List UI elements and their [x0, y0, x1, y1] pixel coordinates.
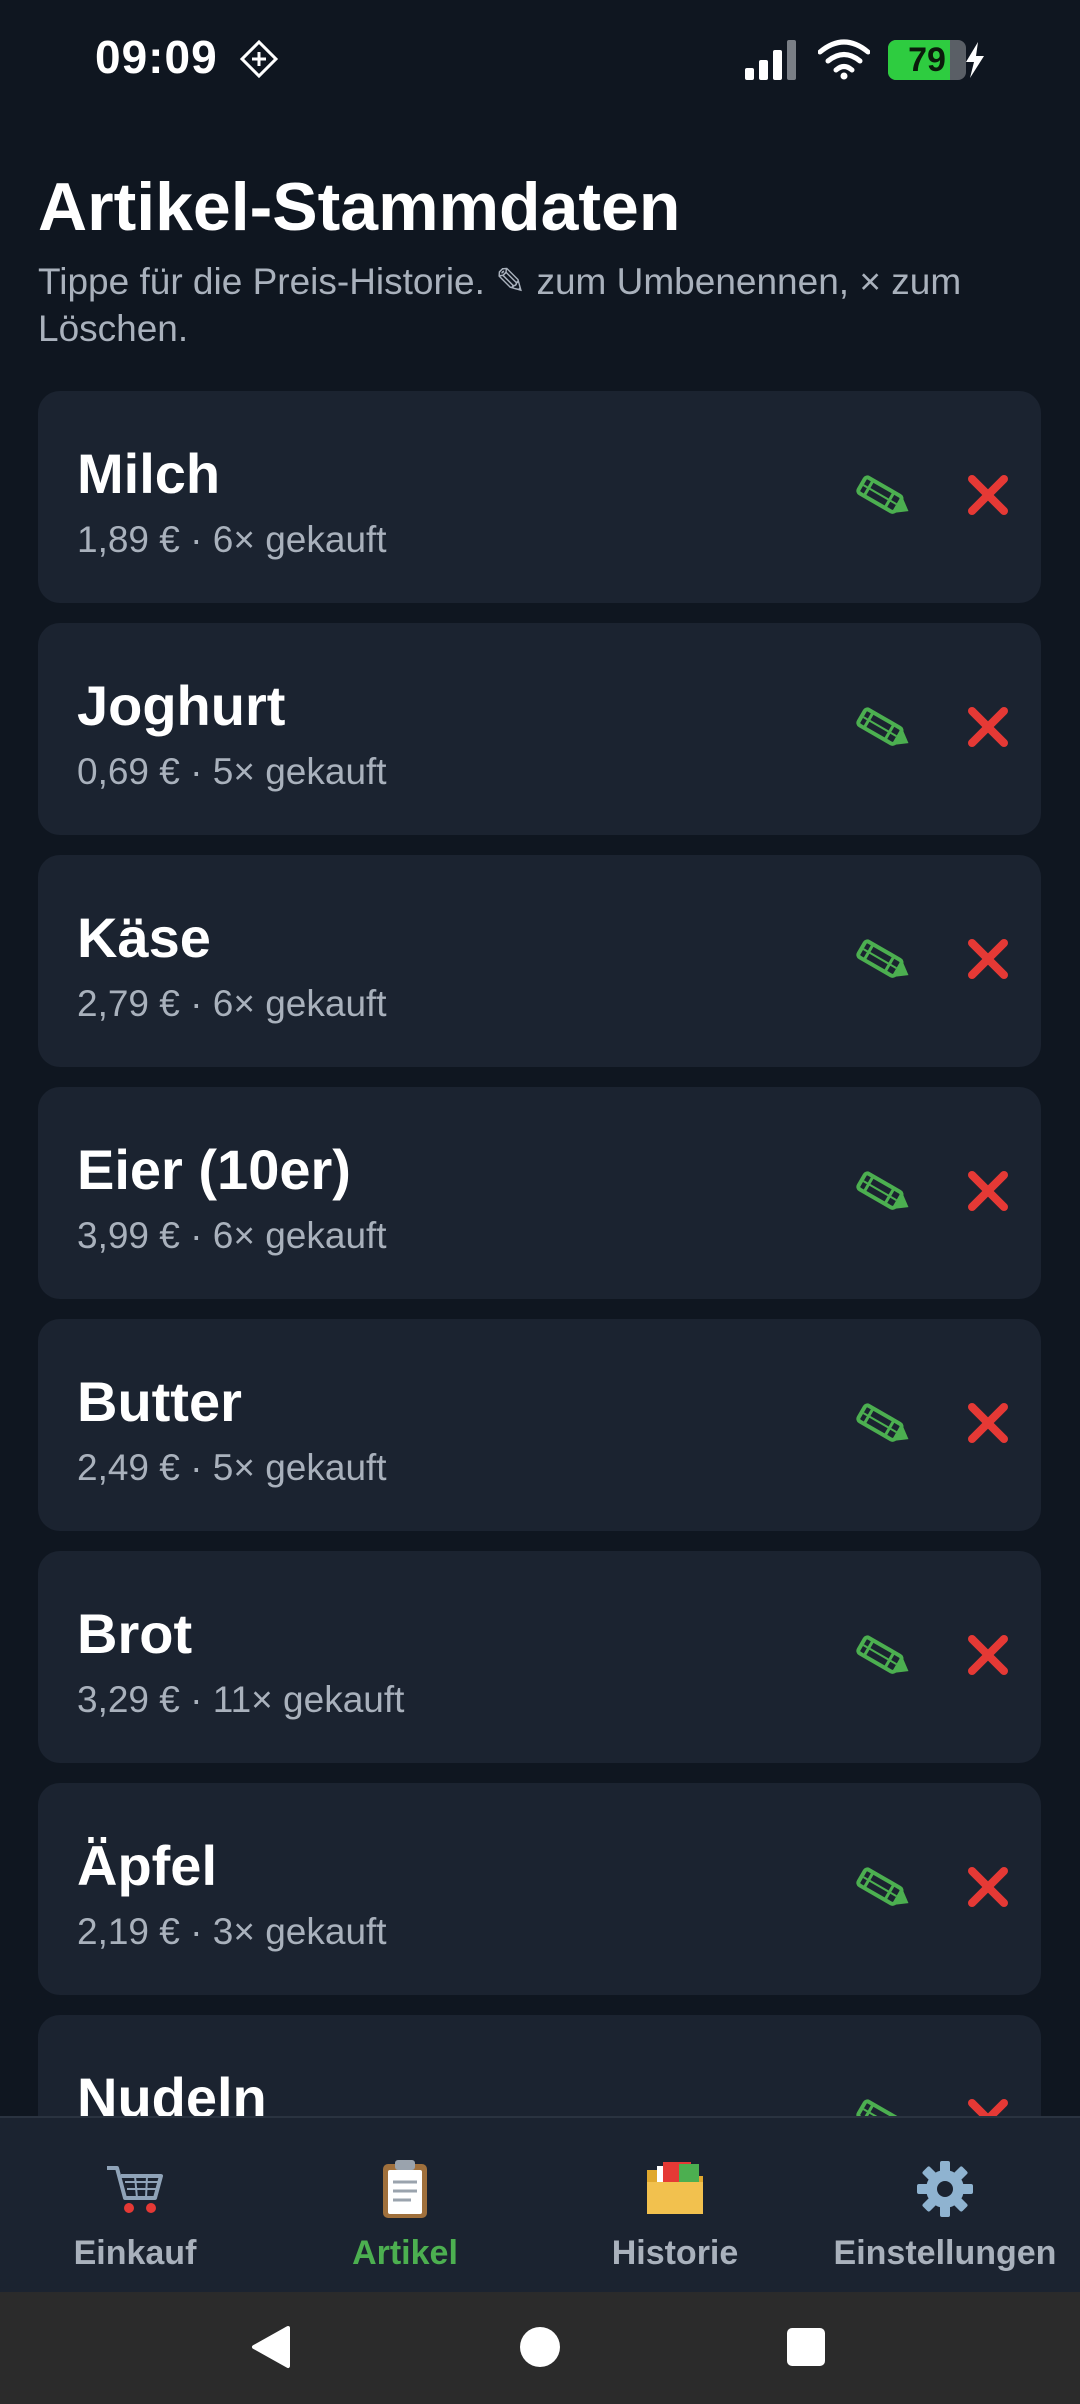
- pencil-icon[interactable]: [850, 1165, 914, 1221]
- article-card[interactable]: Milch 1,89 € · 6× gekauft: [38, 391, 1041, 603]
- nav-label: Einkauf: [73, 2234, 197, 2272]
- article-card[interactable]: Käse 2,79 € · 6× gekauft: [38, 855, 1041, 1067]
- pencil-icon[interactable]: [850, 469, 914, 525]
- recents-button[interactable]: [787, 2328, 825, 2366]
- nav-tab-einstellungen[interactable]: Einstellungen: [810, 2118, 1080, 2294]
- bottom-navigation: Einkauf Artikel Historie Einstellungen: [0, 2116, 1080, 2294]
- article-list: Milch 1,89 € · 6× gekauft Joghurt 0,69 €…: [38, 391, 1041, 2116]
- delete-x-icon[interactable]: [966, 473, 1010, 517]
- article-name: Äpfel: [77, 1834, 217, 1897]
- status-bar: 09:09 79: [0, 0, 1080, 120]
- article-name: Butter: [77, 1370, 242, 1433]
- folder-icon: [647, 2162, 703, 2214]
- article-card[interactable]: Nudeln: [38, 2015, 1041, 2116]
- article-card[interactable]: Butter 2,49 € · 5× gekauft: [38, 1319, 1041, 1531]
- pencil-icon[interactable]: [850, 701, 914, 757]
- nav-label: Historie: [611, 2234, 739, 2272]
- article-name: Milch: [77, 442, 221, 505]
- battery-indicator: 79: [888, 40, 966, 80]
- article-card[interactable]: Joghurt 0,69 € · 5× gekauft: [38, 623, 1041, 835]
- nav-tab-artikel[interactable]: Artikel: [270, 2118, 540, 2294]
- article-name: Eier (10er): [77, 1138, 351, 1201]
- article-meta: 3,29 € · 11× gekauft: [77, 1679, 405, 1720]
- delete-x-icon[interactable]: [966, 1633, 1010, 1677]
- page-subtitle: Tippe für die Preis-Historie. ✎ zum Umbe…: [38, 261, 962, 349]
- article-meta: 2,19 € · 3× gekauft: [77, 1911, 387, 1952]
- article-meta: 3,99 € · 6× gekauft: [77, 1215, 387, 1256]
- article-meta: 1,89 € · 6× gekauft: [77, 519, 387, 560]
- pencil-icon[interactable]: [850, 933, 914, 989]
- delete-x-icon[interactable]: [966, 705, 1010, 749]
- system-navigation-bar: [0, 2292, 1080, 2404]
- home-button[interactable]: [520, 2327, 560, 2367]
- clipboard-icon: [383, 2160, 427, 2218]
- gear-icon: [917, 2161, 973, 2217]
- pencil-icon[interactable]: [850, 2093, 914, 2116]
- charging-bolt-icon: [966, 42, 984, 78]
- article-name: Brot: [77, 1602, 193, 1665]
- delete-x-icon[interactable]: [966, 937, 1010, 981]
- pencil-icon[interactable]: [850, 1629, 914, 1685]
- delete-x-icon[interactable]: [966, 1865, 1010, 1909]
- signal-icon: [745, 40, 796, 80]
- battery-level: 79: [908, 41, 946, 79]
- article-meta: 0,69 € · 5× gekauft: [77, 751, 387, 792]
- pencil-icon[interactable]: [850, 1861, 914, 1917]
- article-card[interactable]: Eier (10er) 3,99 € · 6× gekauft: [38, 1087, 1041, 1299]
- status-time: 09:09: [95, 31, 218, 83]
- article-card[interactable]: Brot 3,29 € · 11× gekauft: [38, 1551, 1041, 1763]
- article-meta: 2,49 € · 5× gekauft: [77, 1447, 387, 1488]
- delete-x-icon[interactable]: [966, 1401, 1010, 1445]
- back-icon[interactable]: [250, 2324, 292, 2370]
- article-card[interactable]: Äpfel 2,19 € · 3× gekauft: [38, 1783, 1041, 1995]
- delete-x-icon[interactable]: [966, 2097, 1010, 2116]
- nav-tab-historie[interactable]: Historie: [540, 2118, 810, 2294]
- article-name: Käse: [77, 906, 211, 969]
- nav-tab-einkauf[interactable]: Einkauf: [0, 2118, 270, 2294]
- page-title: Artikel-Stammdaten: [38, 169, 681, 245]
- delete-x-icon[interactable]: [966, 1169, 1010, 1213]
- nav-label: Einstellungen: [833, 2234, 1057, 2272]
- article-meta: 2,79 € · 6× gekauft: [77, 983, 387, 1024]
- nfc-icon: [239, 39, 279, 79]
- pencil-icon[interactable]: [850, 1397, 914, 1453]
- nav-label: Artikel: [352, 2234, 458, 2272]
- article-name: Nudeln: [77, 2066, 267, 2116]
- wifi-icon: [818, 39, 870, 80]
- article-name: Joghurt: [77, 674, 286, 737]
- shopping-cart-icon: [107, 2166, 163, 2213]
